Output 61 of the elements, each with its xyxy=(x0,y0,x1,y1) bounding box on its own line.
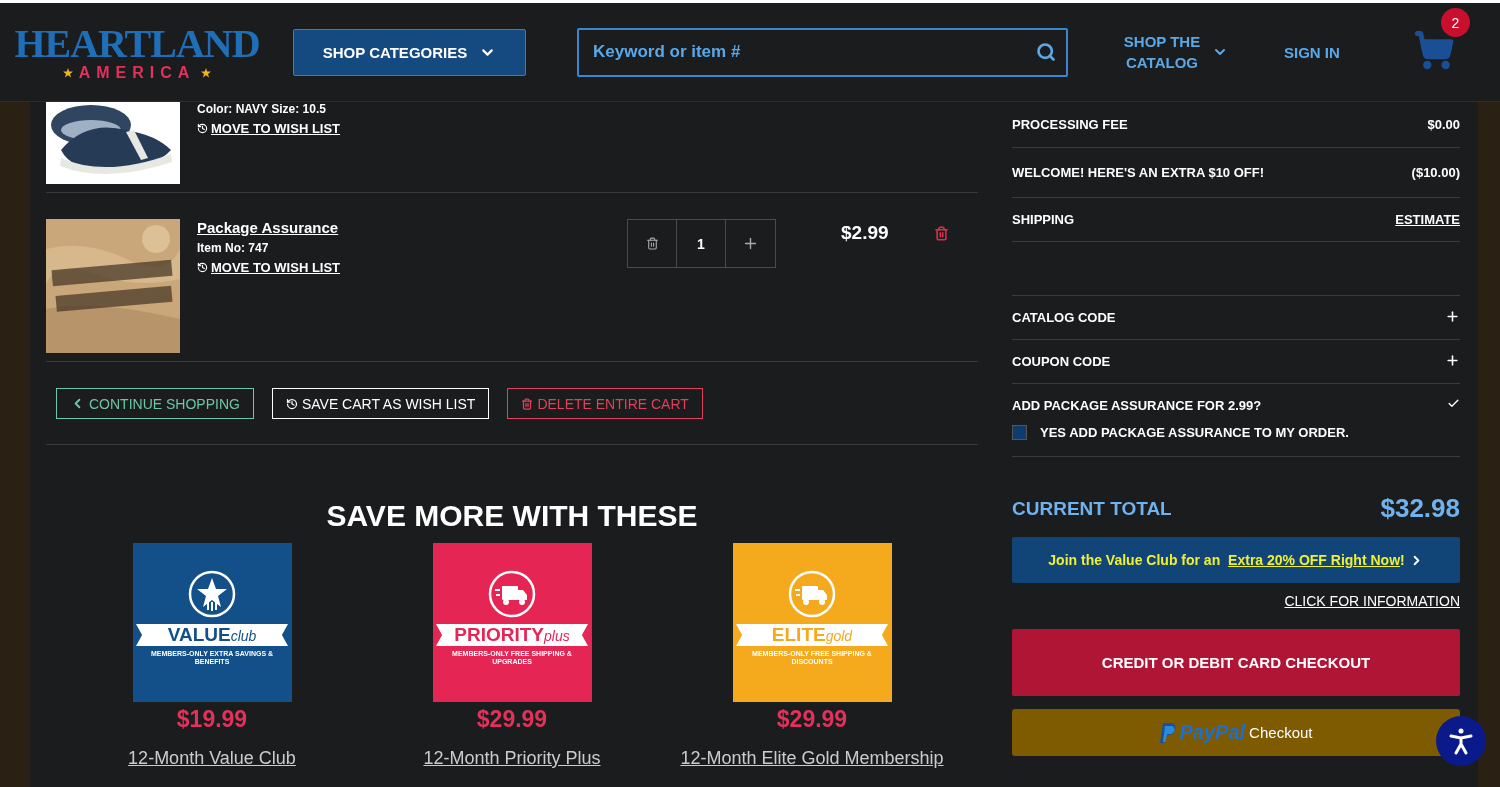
item-number: Item No: 747 xyxy=(197,241,270,255)
banner-text: Join the Value Club for an xyxy=(1048,552,1222,568)
membership-link[interactable]: 12-Month Priority Plus xyxy=(423,748,601,769)
quantity-value[interactable]: 1 xyxy=(677,220,726,267)
search-icon[interactable] xyxy=(1036,41,1056,62)
total-amount: $32.98 xyxy=(1380,493,1460,524)
shop-the-catalog-link[interactable]: SHOP THE CATALOG xyxy=(1120,31,1204,73)
history-icon xyxy=(197,262,208,273)
truck-emblem-icon xyxy=(488,570,536,618)
cart-count-badge: 2 xyxy=(1440,8,1470,37)
summary-label: SHIPPING xyxy=(1012,212,1075,227)
brand-ribbon: VALUEclub xyxy=(136,624,288,646)
code-label[interactable]: CATALOG CODE xyxy=(1012,310,1116,325)
card-checkout-button[interactable]: CREDIT OR DEBIT CARD CHECKOUT xyxy=(1012,629,1460,696)
summary-label: WELCOME! HERE'S AN EXTRA $10 OFF! xyxy=(1012,165,1265,180)
brand-ribbon: PRIORITYplus xyxy=(436,624,588,646)
value-club-banner[interactable]: Join the Value Club for an Extra 20% OFF Right Now! xyxy=(1012,537,1460,583)
assurance-question: ADD PACKAGE ASSURANCE FOR 2.99? xyxy=(1012,397,1262,413)
search-field[interactable]: Keyword or item # xyxy=(577,27,1068,77)
promo-heading: SAVE MORE WITH THESE xyxy=(325,499,699,533)
move-to-wish-list-link[interactable]: MOVE TO WISH LIST xyxy=(197,121,341,136)
click-for-information-link[interactable]: CLICK FOR INFORMATION xyxy=(1284,593,1460,609)
membership-price: $29.99 xyxy=(776,706,848,733)
truck-emblem-icon xyxy=(788,570,836,618)
membership-price: $29.99 xyxy=(476,706,548,733)
summary-amount: $0.00 xyxy=(1427,117,1460,132)
plus-icon xyxy=(742,235,759,252)
paypal-checkout-button[interactable]: PayPal Checkout xyxy=(1012,709,1460,756)
assurance-checkbox[interactable] xyxy=(1012,425,1027,440)
estimate-link[interactable]: ESTIMATE xyxy=(1395,212,1460,227)
save-button[interactable]: SAVE CART AS WISH LIST xyxy=(271,388,490,419)
star-emblem-icon xyxy=(188,570,236,618)
summary-label: PROCESSING FEE xyxy=(1012,117,1128,132)
summary-amount: ($10.00) xyxy=(1411,165,1460,180)
membership-price: $19.99 xyxy=(176,706,248,733)
history-icon xyxy=(285,397,298,410)
code-label[interactable]: COUPON CODE xyxy=(1012,354,1111,369)
membership-link[interactable]: 12-Month Elite Gold Membership xyxy=(680,748,944,769)
move-to-wish-list-link[interactable]: MOVE TO WISH LIST xyxy=(197,260,341,275)
history-icon xyxy=(197,123,208,134)
banner-text: ! xyxy=(1400,552,1405,568)
shop-categories-button[interactable]: SHOP CATEGORIES xyxy=(293,28,526,76)
trash-icon xyxy=(521,397,534,410)
product-name-link[interactable]: Package Assurance xyxy=(197,219,627,236)
brand-ribbon: ELITEgold xyxy=(736,624,888,646)
star-icon xyxy=(62,68,73,78)
sign-in-link[interactable]: SIGN IN xyxy=(1284,41,1340,63)
paypal-mark-icon xyxy=(1159,722,1176,743)
item-price: $2.99 xyxy=(841,222,890,245)
checkbox-label: YES ADD PACKAGE ASSURANCE TO MY ORDER. xyxy=(1040,425,1349,440)
total-label: CURRENT TOTAL xyxy=(1012,497,1172,520)
trash-icon xyxy=(645,237,659,250)
membership-link[interactable]: 12-Month Value Club xyxy=(128,748,296,769)
item-details: Color: NAVY Size: 10.5 xyxy=(197,102,327,116)
continue-button[interactable]: CONTINUE SHOPPING xyxy=(56,388,254,419)
cart-icon[interactable] xyxy=(1413,30,1454,70)
delete-button[interactable]: DELETE ENTIRE CART xyxy=(507,388,703,419)
remove-item-button[interactable] xyxy=(934,226,949,244)
trash-icon xyxy=(934,226,949,241)
star-icon xyxy=(201,68,212,78)
banner-offer-link[interactable]: Extra 20% OFF Right Now xyxy=(1228,552,1401,568)
